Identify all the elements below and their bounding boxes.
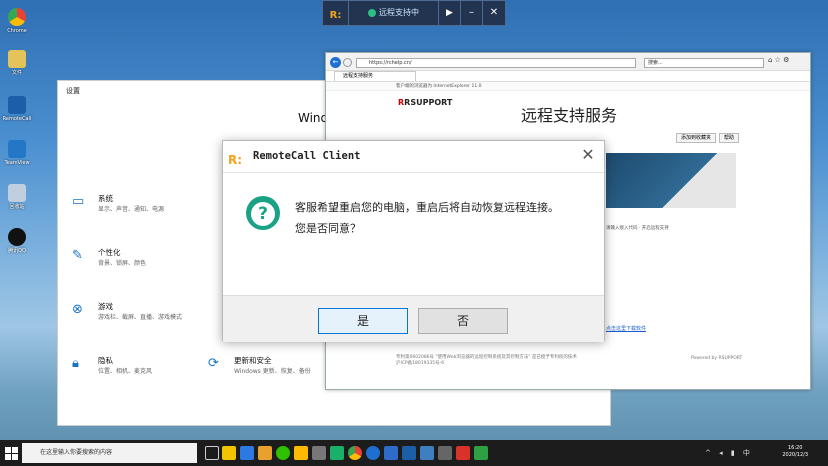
taskbar: 在这里输入你要搜索的内容 ^ ◂ ▮ 中 16:20 2020/12/3 xyxy=(0,440,828,466)
remote-support-toolbar: R: 远程支持中 ▶ – ✕ xyxy=(322,0,506,26)
desktop-icon-chrome[interactable]: Chrome xyxy=(2,8,32,34)
browser-search-input[interactable]: 搜索... xyxy=(644,58,764,68)
desktop-icon-recycle-bin[interactable]: 回收站 xyxy=(2,184,32,210)
app-icon-8[interactable] xyxy=(438,446,452,460)
help-button[interactable]: 帮助 xyxy=(719,133,739,143)
status-dot-icon xyxy=(368,8,376,17)
lock-icon: 🔒︎ xyxy=(72,356,79,371)
sync-icon: ⟳ xyxy=(208,356,219,371)
dialog-title: RemoteCall Client xyxy=(253,150,361,162)
browser-footer: 专利第0602086号 "使用Web浏览器的远程控制系统及其控制方法" 是已授予… xyxy=(396,355,577,366)
banner-image xyxy=(606,153,736,208)
windows-start-icon[interactable] xyxy=(5,446,19,460)
dialog-close-button[interactable]: ✕ xyxy=(580,147,596,163)
address-bar[interactable]: https://rchelp.cn/ xyxy=(356,58,636,68)
app-icon-5[interactable] xyxy=(330,446,344,460)
ie-icon[interactable] xyxy=(366,446,380,460)
add-favorites-button[interactable]: 添加到收藏夹 xyxy=(676,133,716,143)
remote-status: 远程支持中 xyxy=(349,1,439,25)
dialog-footer: 是 否 xyxy=(223,295,604,342)
restart-confirm-dialog: R: RemoteCall Client ✕ ? 客服希望重启您的电脑，重启后将… xyxy=(222,140,605,342)
question-icon: ? xyxy=(246,196,280,230)
folder-icon xyxy=(8,50,26,68)
task-view-icon[interactable] xyxy=(205,446,219,460)
desktop-icon-teamviewer[interactable]: TeamView xyxy=(2,140,32,166)
remotecall-icon xyxy=(8,96,26,114)
teamviewer-icon xyxy=(8,140,26,158)
system-tray-icons[interactable]: ^ ◂ ▮ 中 xyxy=(705,448,753,458)
app-icon-7[interactable] xyxy=(420,446,434,460)
app-icon-9[interactable] xyxy=(456,446,470,460)
desktop-icon-folder[interactable]: 文件 xyxy=(2,50,32,76)
tab-remote-support[interactable]: 远程支持服务 xyxy=(334,71,416,81)
download-link[interactable]: 点击这里下载软件 xyxy=(606,325,646,332)
app-icon-1[interactable] xyxy=(222,446,236,460)
app-icon-10[interactable] xyxy=(474,446,488,460)
home-icon[interactable]: ⌂ ☆ ⚙ xyxy=(768,56,789,64)
taskbar-clock[interactable]: 16:20 2020/12/3 xyxy=(782,445,808,459)
app-icon-4[interactable] xyxy=(312,446,326,460)
recycle-bin-icon xyxy=(8,184,26,202)
chrome-icon xyxy=(8,8,26,26)
xbox-icon: ⊗ xyxy=(72,302,83,317)
access-code-text: 请输入接入代码 · 开启远程支持 xyxy=(606,226,669,231)
app-icon-6[interactable] xyxy=(384,446,398,460)
desktop-icon-remotecall[interactable]: RemoteCall xyxy=(2,96,32,122)
remotecall-taskbar-icon[interactable] xyxy=(402,446,416,460)
browser-info-bar: 客户端的浏览器为 InternetExplorer 11.0 xyxy=(326,81,810,91)
toolbar-close-button[interactable]: ✕ xyxy=(483,1,505,25)
remotecall-logo-icon: R: xyxy=(323,1,349,25)
forward-icon[interactable] xyxy=(343,58,352,67)
settings-title: 设置 xyxy=(66,87,80,95)
back-icon[interactable]: ← xyxy=(330,57,341,68)
chrome-taskbar-icon[interactable] xyxy=(348,446,362,460)
brush-icon: ✎ xyxy=(72,248,83,263)
app-icon-3[interactable] xyxy=(294,446,308,460)
rsupport-logo: RRSUPPORT xyxy=(398,98,453,107)
app-icon-2[interactable] xyxy=(240,446,254,460)
powered-by: Powered by RSUPPORT xyxy=(691,356,743,361)
desktop-icon-qq[interactable]: 腾讯QQ xyxy=(2,228,32,254)
browser-toolbar: ← https://rchelp.cn/ 搜索... ⌂ ☆ ⚙ xyxy=(326,53,810,71)
no-button[interactable]: 否 xyxy=(418,308,508,334)
wechat-icon[interactable] xyxy=(276,446,290,460)
taskbar-search-input[interactable]: 在这里输入你要搜索的内容 xyxy=(22,443,197,463)
browser-page-title: 远程支持服务 xyxy=(521,106,618,125)
dialog-header: R: RemoteCall Client ✕ xyxy=(223,141,604,173)
laptop-icon: ▭ xyxy=(72,194,85,209)
minimize-button[interactable]: – xyxy=(461,1,483,25)
file-explorer-icon[interactable] xyxy=(258,446,272,460)
remotecall-logo-icon: R: xyxy=(228,153,243,167)
yes-button[interactable]: 是 xyxy=(318,308,408,334)
dialog-message: 客服希望重启您的电脑，重启后将自动恢复远程连接。 您是否同意？ xyxy=(295,201,559,235)
qq-penguin-icon xyxy=(8,228,26,246)
play-button[interactable]: ▶ xyxy=(439,1,461,25)
